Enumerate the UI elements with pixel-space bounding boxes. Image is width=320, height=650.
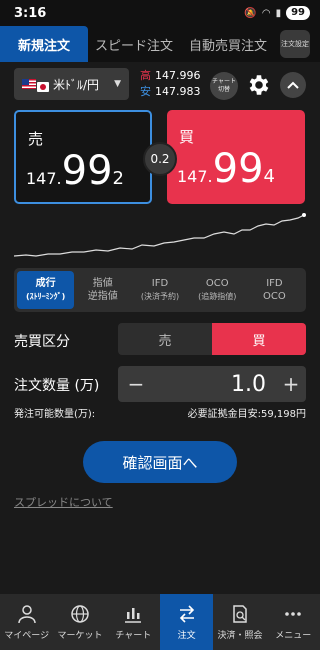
mute-icon: 🔕 [244,7,257,19]
wifi-icon: ◠ [261,7,271,19]
buy-price-last: 4 [263,166,275,187]
sell-price-big: 99 [61,148,113,194]
exchange-icon [179,604,194,623]
globe-icon [71,604,89,623]
document-search-icon [233,604,247,623]
chart-switch-button[interactable]: チャート切替 [210,72,238,100]
status-bar: 3:16 🔕 ◠ ▮ 99 [0,0,320,26]
high-low-prices: 高 147.996 安 147.983 [140,68,201,100]
confirm-button[interactable]: 確認画面へ [83,441,237,483]
order-type-label: 成行 [35,278,56,289]
sell-label: 売 [28,130,44,148]
buy-price-button[interactable]: 買 147. 99 4 [167,110,305,204]
nav-chart[interactable]: チャート [107,594,160,650]
nav-label: メニュー [275,630,312,641]
trade-type-toggle: 売 買 [118,323,306,355]
gear-icon[interactable] [246,72,272,98]
required-margin-label: 必要証拠金目安:59,198円 [187,409,306,420]
order-type-label: IFD [266,278,283,289]
order-type-ifd-oco[interactable]: IFD OCO [246,271,303,309]
nav-menu[interactable]: メニュー [267,594,320,650]
tab-speed-order[interactable]: スピード注文 [88,26,180,62]
status-icons: 🔕 ◠ ▮ 99 [244,6,310,20]
buy-price-prefix: 147. [177,167,213,186]
buy-label: 買 [179,128,195,146]
minus-button[interactable]: − [118,372,154,396]
high-value: 147.996 [155,69,201,82]
quantity-input[interactable]: 1.0 [154,372,276,397]
order-type-oco[interactable]: OCO (追跡指値) [189,271,246,309]
available-quantity-label: 発注可能数量(万): [14,409,96,420]
nav-market[interactable]: マーケット [53,594,106,650]
bottom-nav: マイページ マーケット チャート 注文 決済・照会 メニュー [0,594,320,650]
nav-label: 注文 [177,630,196,641]
jp-flag-icon [37,82,49,92]
high-label: 高 [140,69,151,82]
spread-info-link[interactable]: スプレッドについて [14,494,113,510]
chevron-up-icon [287,81,299,89]
nav-label: マイページ [4,630,50,641]
order-type-sub: OCO [263,291,286,302]
currency-pair-select[interactable]: 米ﾄﾞﾙ/円 ▼ [14,68,129,100]
order-type-limit-stop[interactable]: 指値 逆指値 [74,271,131,309]
trade-type-buy[interactable]: 買 [212,323,306,355]
us-flag-icon [22,79,36,89]
order-type-sub: (追跡指値) [198,292,237,301]
order-tabs: 新規注文 スピード注文 自動売買注文 注文設定 [0,26,320,62]
pair-row: 米ﾄﾞﾙ/円 ▼ 高 147.996 安 147.983 チャート切替 [0,66,320,106]
trade-type-label: 売買区分 [14,334,70,350]
order-type-market[interactable]: 成行 (ｽﾄﾘｰﾐﾝｸﾞ) [17,271,75,309]
order-type-label: 指値 [92,278,113,289]
nav-mypage[interactable]: マイページ [0,594,53,650]
order-type-sub: 逆指値 [87,291,118,302]
spread-badge: 0.2 [143,142,177,176]
plus-button[interactable]: + [276,372,306,396]
nav-label: 決済・照会 [217,630,263,641]
order-type-sub: (ｽﾄﾘｰﾐﾝｸﾞ) [25,292,66,301]
order-type-label: OCO [205,278,229,289]
quantity-label: 注文数量 (万) [14,378,100,394]
sell-price-last: 2 [112,168,124,189]
quantity-stepper: − 1.0 + [118,366,306,402]
order-type-ifd[interactable]: IFD (決済予約) [131,271,188,309]
sell-price-button[interactable]: 売 147. 99 2 [14,110,152,204]
tab-auto-trade-order[interactable]: 自動売買注文 [180,26,276,62]
order-type-label: IFD [151,278,169,289]
tab-new-order[interactable]: 新規注文 [0,26,88,62]
nav-order[interactable]: 注文 [159,594,214,650]
order-settings-button[interactable]: 注文設定 [280,30,310,58]
sell-price: 147. 99 2 [26,148,124,194]
signal-icon: ▮ [275,7,282,19]
person-icon [17,604,36,623]
trade-type-sell[interactable]: 売 [118,323,212,355]
low-value: 147.983 [155,85,201,98]
nav-settlement[interactable]: 決済・照会 [213,594,266,650]
sell-price-prefix: 147. [26,169,62,188]
currency-pair-label: 米ﾄﾞﾙ/円 [53,77,100,92]
chevron-down-icon: ▼ [114,79,121,89]
chart-icon [125,607,142,623]
low-label: 安 [140,85,151,98]
buy-price-big: 99 [212,146,264,192]
price-sparkline [14,213,306,257]
nav-label: マーケット [57,630,103,641]
collapse-button[interactable] [280,72,306,98]
more-icon [285,611,302,616]
order-type-selector: 成行 (ｽﾄﾘｰﾐﾝｸﾞ) 指値 逆指値 IFD (決済予約) OCO (追跡指… [14,268,306,312]
battery-icon: 99 [286,6,310,20]
nav-label: チャート [115,630,152,641]
buy-price: 147. 99 4 [177,146,275,192]
status-time: 3:16 [14,5,47,21]
order-type-sub: (決済予約) [140,292,180,301]
